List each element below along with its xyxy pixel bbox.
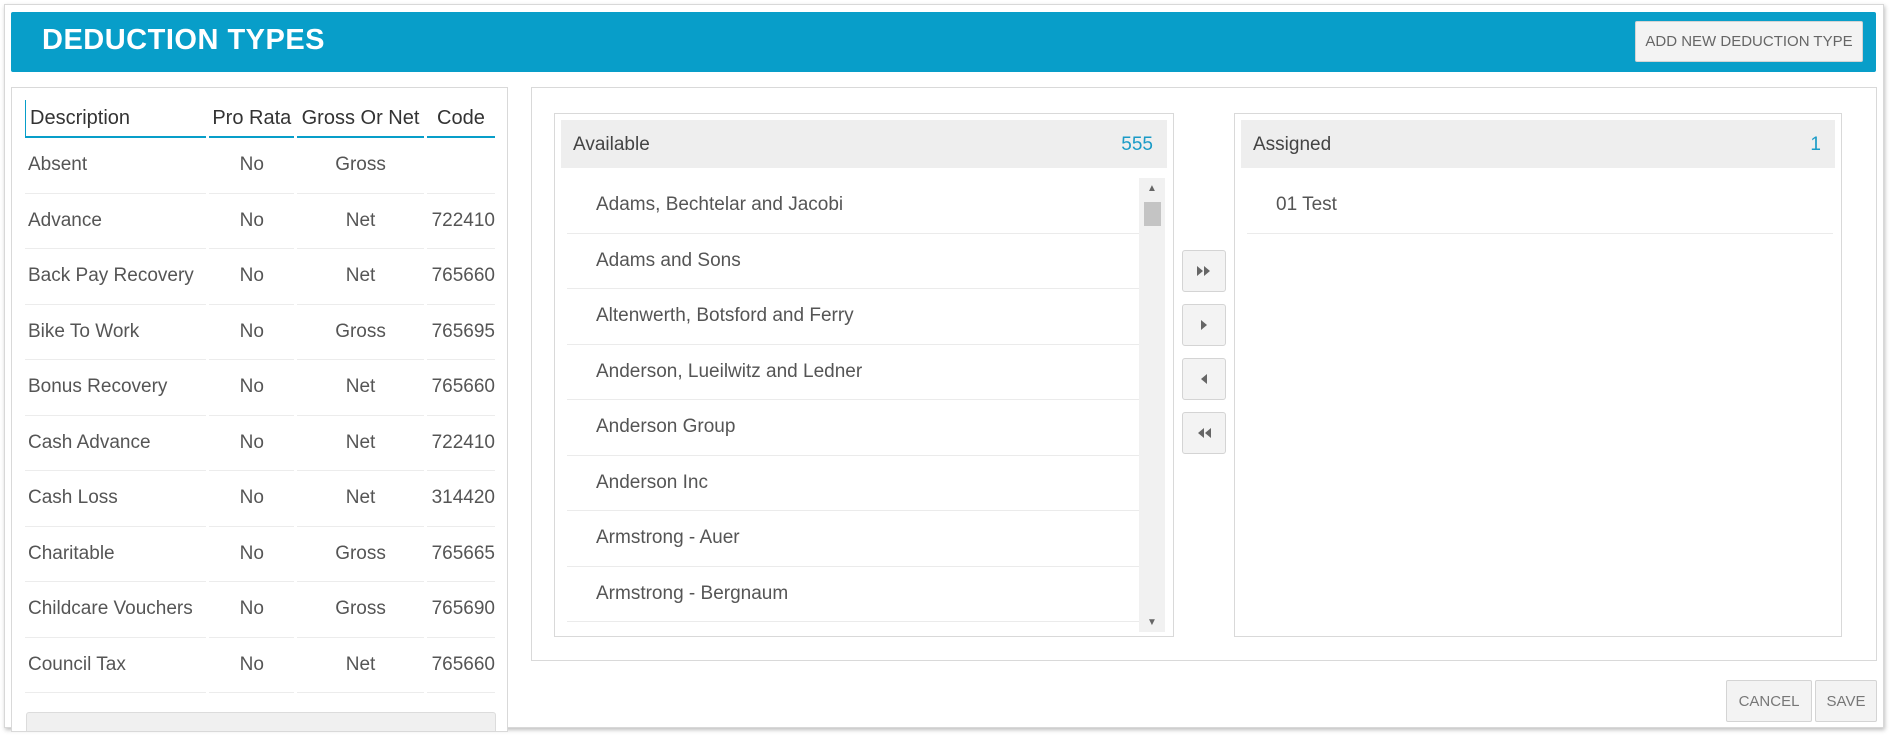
row-code: 765660 bbox=[426, 360, 495, 416]
row-pro-rata: No bbox=[209, 527, 295, 582]
assigned-count: 1 bbox=[1810, 134, 1821, 155]
row-pro-rata: No bbox=[209, 416, 295, 471]
available-scrollbar[interactable]: ▲ ▼ bbox=[1139, 178, 1165, 632]
scroll-up-arrow-icon[interactable]: ▲ bbox=[1139, 178, 1165, 198]
list-item[interactable]: Adams, Bechtelar and Jacobi bbox=[567, 178, 1139, 234]
row-description: Bike To Work bbox=[25, 305, 207, 360]
row-pro-rata: No bbox=[209, 638, 295, 693]
table-row[interactable]: Cash Loss No Net 314420 bbox=[25, 471, 495, 527]
row-gross-or-net: Net bbox=[297, 249, 424, 305]
list-item[interactable]: Adams and Sons bbox=[567, 234, 1139, 289]
table-row[interactable]: Absent No Gross bbox=[25, 138, 495, 194]
scroll-thumb[interactable] bbox=[1144, 202, 1161, 226]
deduction-types-body: Absent No Gross Advance No Net 722410 Back Pay … bbox=[25, 138, 495, 693]
assigned-listbox: Assigned 1 01 Test bbox=[1234, 113, 1842, 637]
row-code: 765695 bbox=[426, 305, 495, 360]
row-gross-or-net: Net bbox=[297, 471, 424, 527]
table-row[interactable]: Council Tax No Net 765660 bbox=[25, 638, 495, 693]
table-row[interactable]: Back Pay Recovery No Net 765660 bbox=[25, 249, 495, 305]
move-left-button[interactable] bbox=[1182, 358, 1226, 400]
list-item[interactable]: 01 Test bbox=[1247, 178, 1833, 234]
move-all-right-button[interactable] bbox=[1182, 250, 1226, 292]
available-header: Available 555 bbox=[561, 120, 1167, 168]
row-description: Back Pay Recovery bbox=[25, 249, 207, 305]
row-description: Absent bbox=[25, 138, 207, 194]
row-pro-rata: No bbox=[209, 249, 295, 305]
row-code: 765665 bbox=[426, 527, 495, 582]
deduction-types-table: Description Pro Rata Gross Or Net Code A… bbox=[22, 100, 498, 693]
table-row[interactable]: Charitable No Gross 765665 bbox=[25, 527, 495, 582]
list-item[interactable]: Armstrong - Bergnaum bbox=[567, 567, 1139, 622]
row-pro-rata: No bbox=[209, 305, 295, 360]
row-code: 722410 bbox=[426, 416, 495, 471]
scroll-down-arrow-icon[interactable]: ▼ bbox=[1139, 612, 1165, 632]
list-item[interactable]: Anderson Inc bbox=[567, 456, 1139, 511]
row-description: Bonus Recovery bbox=[25, 360, 207, 416]
available-title: Available bbox=[573, 134, 650, 155]
row-gross-or-net: Net bbox=[297, 194, 424, 249]
column-header-gross-or-net[interactable]: Gross Or Net bbox=[297, 100, 424, 138]
row-code: 765660 bbox=[426, 249, 495, 305]
row-pro-rata: No bbox=[209, 138, 295, 194]
row-pro-rata: No bbox=[209, 360, 295, 416]
row-gross-or-net: Net bbox=[297, 638, 424, 693]
deduction-types-panel: Description Pro Rata Gross Or Net Code A… bbox=[11, 87, 508, 732]
list-item[interactable]: Armstrong - Auer bbox=[567, 511, 1139, 567]
column-header-code[interactable]: Code bbox=[426, 100, 495, 138]
chevron-right-icon bbox=[1201, 320, 1207, 330]
row-code: 765660 bbox=[426, 638, 495, 693]
page-header: DEDUCTION TYPES ADD NEW DEDUCTION TYPE bbox=[11, 12, 1876, 72]
table-header-row: Description Pro Rata Gross Or Net Code bbox=[25, 100, 495, 138]
row-description: Cash Advance bbox=[25, 416, 207, 471]
table-row[interactable]: Advance No Net 722410 bbox=[25, 194, 495, 249]
table-row[interactable]: Cash Advance No Net 722410 bbox=[25, 416, 495, 471]
assignment-panel: Available 555 Adams, Bechtelar and Jacob… bbox=[531, 87, 1877, 661]
list-item[interactable]: Anderson, Lueilwitz and Ledner bbox=[567, 345, 1139, 400]
list-item[interactable]: Anderson Group bbox=[567, 400, 1139, 456]
table-row[interactable]: Bonus Recovery No Net 765660 bbox=[25, 360, 495, 416]
row-gross-or-net: Gross bbox=[297, 305, 424, 360]
row-pro-rata: No bbox=[209, 582, 295, 638]
column-header-pro-rata[interactable]: Pro Rata bbox=[209, 100, 295, 138]
double-chevron-left-icon bbox=[1198, 428, 1211, 438]
table-row[interactable]: Bike To Work No Gross 765695 bbox=[25, 305, 495, 360]
move-right-button[interactable] bbox=[1182, 304, 1226, 346]
list-item[interactable]: Altenwerth, Botsford and Ferry bbox=[567, 289, 1139, 345]
save-button[interactable]: SAVE bbox=[1815, 680, 1877, 722]
row-pro-rata: No bbox=[209, 194, 295, 249]
page-title: DEDUCTION TYPES bbox=[42, 24, 326, 56]
table-row[interactable]: Childcare Vouchers No Gross 765690 bbox=[25, 582, 495, 638]
row-gross-or-net: Net bbox=[297, 360, 424, 416]
available-listbox: Available 555 Adams, Bechtelar and Jacob… bbox=[554, 113, 1174, 637]
row-gross-or-net: Gross bbox=[297, 527, 424, 582]
row-code bbox=[426, 138, 495, 194]
row-pro-rata: No bbox=[209, 471, 295, 527]
row-description: Childcare Vouchers bbox=[25, 582, 207, 638]
row-description: Charitable bbox=[25, 527, 207, 582]
available-list: Adams, Bechtelar and Jacobi Adams and Son… bbox=[567, 178, 1139, 622]
chevron-left-icon bbox=[1201, 374, 1207, 384]
row-description: Advance bbox=[25, 194, 207, 249]
assigned-list: 01 Test bbox=[1247, 178, 1833, 234]
double-chevron-right-icon bbox=[1197, 266, 1210, 276]
column-header-description[interactable]: Description bbox=[25, 100, 207, 138]
row-gross-or-net: Gross bbox=[297, 582, 424, 638]
add-deduction-type-button[interactable]: ADD NEW DEDUCTION TYPE bbox=[1635, 21, 1863, 62]
row-gross-or-net: Net bbox=[297, 416, 424, 471]
row-code: 722410 bbox=[426, 194, 495, 249]
row-code: 765690 bbox=[426, 582, 495, 638]
assigned-header: Assigned 1 bbox=[1241, 120, 1835, 168]
assigned-title: Assigned bbox=[1253, 134, 1332, 155]
move-all-left-button[interactable] bbox=[1182, 412, 1226, 454]
cancel-button[interactable]: CANCEL bbox=[1726, 680, 1812, 722]
table-pager bbox=[26, 712, 496, 731]
row-description: Cash Loss bbox=[25, 471, 207, 527]
row-gross-or-net: Gross bbox=[297, 138, 424, 194]
row-code: 314420 bbox=[426, 471, 495, 527]
available-count: 555 bbox=[1121, 134, 1153, 155]
row-description: Council Tax bbox=[25, 638, 207, 693]
